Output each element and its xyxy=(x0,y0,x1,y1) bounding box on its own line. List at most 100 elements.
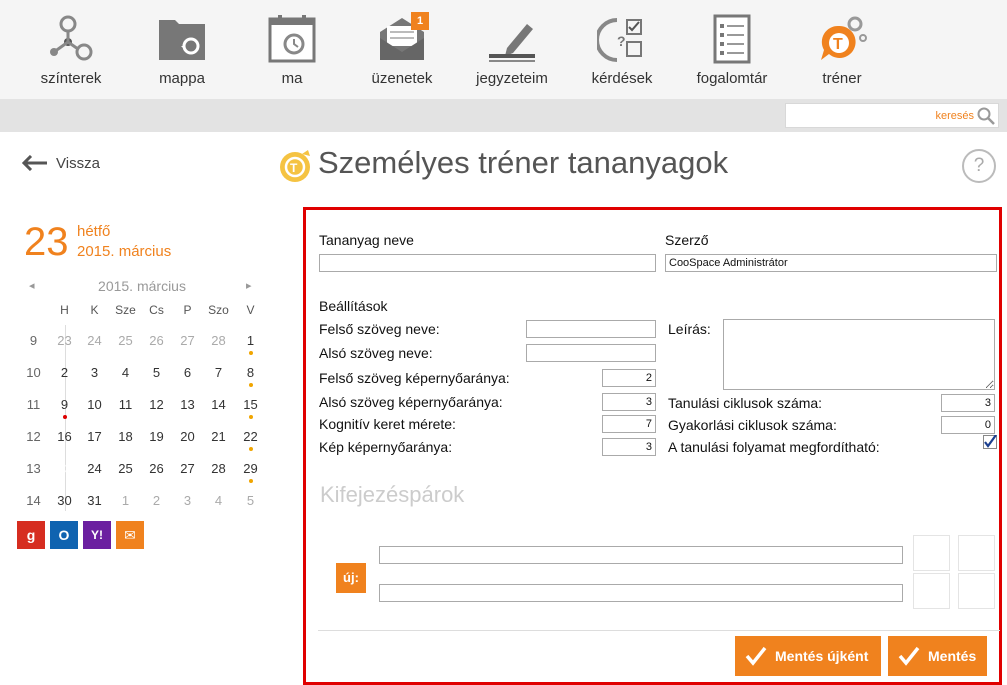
pairs-heading: Kifejezéspárok xyxy=(320,482,465,507)
nav-label: tréner xyxy=(822,70,862,87)
calendar-day[interactable]: 3 xyxy=(172,493,203,508)
pair-audio-slot[interactable] xyxy=(958,573,995,609)
reversible-checkbox[interactable] xyxy=(983,435,997,449)
event-dot xyxy=(249,383,253,387)
day-number: 22 xyxy=(243,429,258,444)
save-button[interactable]: Mentés xyxy=(888,636,987,676)
calendar-day[interactable]: 6 xyxy=(172,365,203,380)
calendar-day[interactable]: 27 xyxy=(172,461,203,476)
calendar-prev-button[interactable]: ◂ xyxy=(29,279,35,292)
calendar-day[interactable]: 26 xyxy=(141,333,172,348)
practice-cycles-field[interactable] xyxy=(941,416,995,434)
google-calendar-icon[interactable]: g xyxy=(17,521,45,549)
yahoo-icon[interactable]: Y! xyxy=(83,521,111,549)
calendar-day[interactable]: 10 xyxy=(79,397,110,412)
calendar-day[interactable]: 1 xyxy=(235,333,266,355)
name-field[interactable] xyxy=(319,254,656,272)
calendar-day[interactable]: 25 xyxy=(110,461,141,476)
lower-text-name-field[interactable] xyxy=(526,344,656,362)
pair-image-slot[interactable] xyxy=(913,573,950,609)
pair-second-field[interactable] xyxy=(379,584,903,602)
calendar-day[interactable]: 21 xyxy=(203,429,234,444)
image-ratio-field[interactable] xyxy=(602,438,656,456)
nav-item-fogalomtar[interactable]: fogalomtár xyxy=(677,0,787,99)
calendar-day[interactable]: 28 xyxy=(203,461,234,476)
check-icon xyxy=(898,646,920,666)
calendar-day[interactable]: 12 xyxy=(141,397,172,412)
weekday-header: H xyxy=(60,303,69,317)
nav-item-uzenetek[interactable]: 1 üzenetek xyxy=(347,0,457,99)
calendar-day[interactable]: 16 xyxy=(49,429,80,444)
pair-audio-slot[interactable] xyxy=(958,535,995,571)
calendar-day[interactable]: 28 xyxy=(203,333,234,348)
nav-item-mappa[interactable]: mappa xyxy=(127,0,237,99)
calendar-day-today[interactable]: 23 xyxy=(49,454,80,484)
lower-ratio-field[interactable] xyxy=(602,393,656,411)
outlook-icon[interactable]: O xyxy=(50,521,78,549)
calendar-day[interactable]: 29 xyxy=(235,461,266,483)
calendar-day[interactable]: 19 xyxy=(141,429,172,444)
calendar-day[interactable]: 20 xyxy=(172,429,203,444)
practice-cycles-label: Gyakorlási ciklusok száma: xyxy=(668,417,837,433)
pencil-icon xyxy=(489,24,535,62)
calendar-day[interactable]: 4 xyxy=(203,493,234,508)
description-textarea[interactable] xyxy=(723,319,995,390)
calendar-next-button[interactable]: ▸ xyxy=(246,279,252,292)
calendar-day[interactable]: 17 xyxy=(79,429,110,444)
week-number: 11 xyxy=(26,397,41,412)
frame-size-field[interactable] xyxy=(602,415,656,433)
day-number: 15 xyxy=(243,397,258,412)
calendar-day[interactable]: 3 xyxy=(79,365,110,380)
calendar-day[interactable]: 4 xyxy=(110,365,141,380)
calendar-day[interactable]: 15 xyxy=(235,397,266,419)
nav-item-kerdesek[interactable]: ? kérdések xyxy=(567,0,677,99)
name-label: Tananyag neve xyxy=(319,232,414,248)
calendar-day[interactable]: 18 xyxy=(110,429,141,444)
calendar-day[interactable]: 11 xyxy=(110,397,141,412)
back-link[interactable]: Vissza xyxy=(22,152,100,174)
search-input[interactable] xyxy=(790,107,974,125)
calendar-day[interactable]: 14 xyxy=(203,397,234,412)
search-icon[interactable] xyxy=(977,107,995,125)
calendar-day[interactable]: 22 xyxy=(235,429,266,451)
email-icon[interactable]: ✉ xyxy=(116,521,144,549)
nav-item-jegyzeteim[interactable]: jegyzeteim xyxy=(457,0,567,99)
calendar-day[interactable]: 26 xyxy=(141,461,172,476)
calendar-day[interactable]: 13 xyxy=(172,397,203,412)
learning-cycles-field[interactable] xyxy=(941,394,995,412)
calendar-today-icon xyxy=(268,15,316,63)
calendar-day[interactable]: 5 xyxy=(141,365,172,380)
calendar-day[interactable]: 7 xyxy=(203,365,234,380)
nav-label: kérdések xyxy=(591,70,653,87)
day-number: 9 xyxy=(60,397,69,412)
pair-image-slot[interactable] xyxy=(913,535,950,571)
new-pair-button[interactable]: új: xyxy=(336,563,366,593)
pair-first-field[interactable] xyxy=(379,546,903,564)
save-as-new-button[interactable]: Mentés újként xyxy=(735,636,881,676)
calendar-day[interactable]: 5 xyxy=(235,493,266,508)
calendar-day[interactable]: 25 xyxy=(110,333,141,348)
calendar-day[interactable]: 31 xyxy=(79,493,110,508)
calendar-day[interactable]: 30 xyxy=(49,493,80,508)
upper-text-name-label: Felső szöveg neve: xyxy=(319,321,440,337)
upper-text-name-field[interactable] xyxy=(526,320,656,338)
svg-text:?: ? xyxy=(617,33,626,49)
calendar-day[interactable]: 27 xyxy=(172,333,203,348)
nav-item-ma[interactable]: ma xyxy=(237,0,347,99)
upper-ratio-field[interactable] xyxy=(602,369,656,387)
calendar-day[interactable]: 2 xyxy=(141,493,172,508)
nav-label: mappa xyxy=(159,70,205,87)
calendar-day[interactable]: 24 xyxy=(79,333,110,348)
calendar-day[interactable]: 9 xyxy=(49,397,80,419)
quiz-icon: ? xyxy=(597,18,642,62)
author-field[interactable] xyxy=(665,254,997,272)
calendar-day[interactable]: 23 xyxy=(49,333,80,348)
calendar-day[interactable]: 8 xyxy=(235,365,266,387)
nav-item-trener[interactable]: T tréner xyxy=(787,0,897,99)
nav-item-szinterek[interactable]: színterek xyxy=(16,0,126,99)
help-button[interactable]: ? xyxy=(962,149,996,183)
day-number: 1 xyxy=(246,333,255,348)
calendar-day[interactable]: 2 xyxy=(49,365,80,380)
calendar-day[interactable]: 24 xyxy=(79,461,110,476)
calendar-day[interactable]: 1 xyxy=(110,493,141,508)
